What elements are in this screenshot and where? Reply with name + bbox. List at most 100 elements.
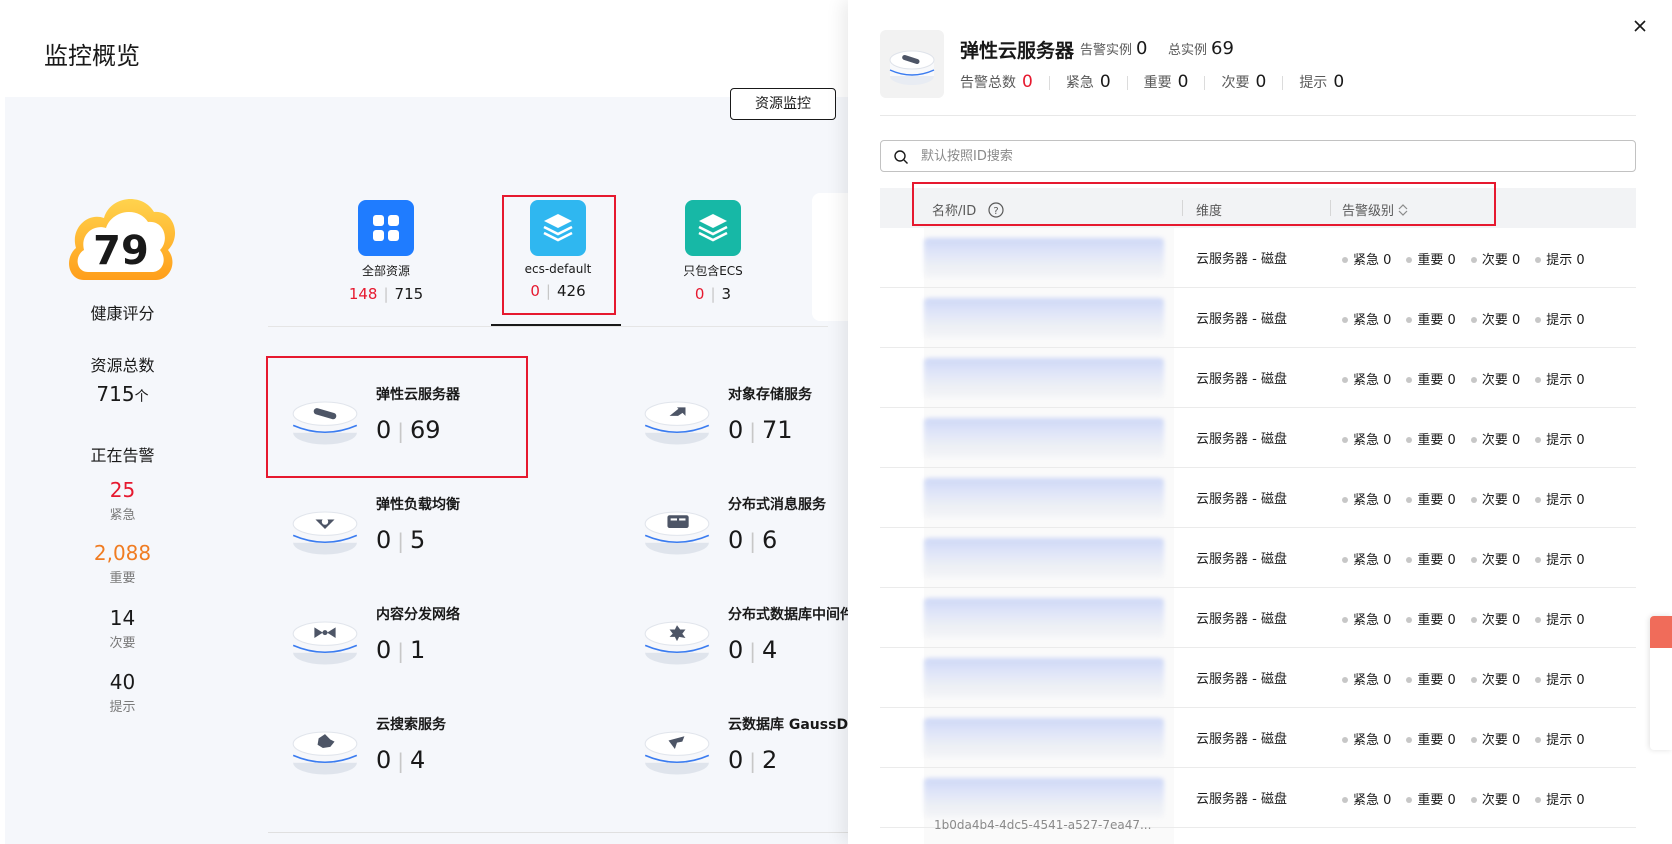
service-image [290, 494, 360, 564]
alarm-level-item: 提示 0 [1535, 669, 1585, 688]
help-icon[interactable] [1650, 678, 1672, 708]
drawer-stat-label: 紧急 [1065, 75, 1094, 91]
table-row[interactable]: 云服务器 - 磁盘 紧急 0 重要 0 次要 0 提示 0 1b0da4b4-4dc5-4… [880, 768, 1636, 832]
health-score-value: 79 [93, 228, 149, 274]
stat-separator [1126, 76, 1128, 90]
blurred-instance-name[interactable] [924, 478, 1164, 518]
close-icon[interactable] [1632, 18, 1648, 34]
table-row[interactable]: 云服务器 - 磁盘 紧急 0 重要 0 次要 0 提示 0 [880, 288, 1636, 348]
category-tab[interactable]: 只包含ECS 0 | 3 [650, 200, 776, 303]
blurred-instance-name[interactable] [924, 358, 1164, 398]
layers-icon [698, 214, 728, 242]
row-dimension: 云服务器 - 磁盘 [1196, 372, 1287, 387]
service-card[interactable]: 弹性负载均衡 0 | 5 [268, 470, 608, 570]
level-dot-icon [1342, 617, 1348, 623]
level-dot-icon [1406, 257, 1413, 263]
blurred-instance-name[interactable] [924, 598, 1164, 638]
table-row[interactable]: 云服务器 - 磁盘 紧急 0 重要 0 次要 0 提示 0 [880, 528, 1636, 588]
level-dot-icon [1406, 377, 1413, 383]
row-dimension: 云服务器 - 磁盘 [1196, 552, 1287, 567]
level-dot-icon [1406, 557, 1413, 563]
row-alarm-levels: 紧急 0 重要 0 次要 0 提示 0 [1342, 369, 1600, 388]
level-dot-icon [1342, 377, 1348, 383]
level-dot-icon [1535, 737, 1542, 743]
service-count: 0 | 1 [376, 636, 426, 664]
blurred-instance-name[interactable] [924, 538, 1164, 578]
blurred-instance-name[interactable] [924, 778, 1164, 818]
row-dimension: 云服务器 - 磁盘 [1196, 312, 1287, 327]
alarm-level-item: 重要 0 [1406, 729, 1456, 748]
alarm-level-item: 提示 0 [1535, 549, 1585, 568]
search-input[interactable] [921, 145, 1621, 167]
feedback-icon[interactable] [1650, 708, 1672, 738]
total-instances-value: 69 [1211, 38, 1234, 59]
blurred-instance-name[interactable] [924, 298, 1164, 338]
alarm-level-item: 紧急 0 [1342, 729, 1391, 748]
level-dot-icon [1406, 797, 1413, 803]
alarm-level-item: 次要 0 [1470, 429, 1520, 448]
alarm-level-item: 提示 0 [1535, 729, 1585, 748]
alarm-stat-value: 2,088 [93, 541, 152, 565]
service-card[interactable]: 内容分发网络 0 | 1 [268, 580, 608, 680]
resource-total-value: 715个 [96, 382, 149, 406]
row-alarm-levels: 紧急 0 重要 0 次要 0 提示 0 [1342, 489, 1600, 508]
level-dot-icon [1535, 557, 1542, 563]
level-dot-icon [1470, 257, 1477, 263]
health-score-badge: 79 [62, 188, 180, 292]
level-dot-icon [1406, 677, 1413, 683]
alarm-stat: 2,088 重要 [0, 541, 245, 586]
alarm-level-item: 次要 0 [1470, 789, 1520, 808]
table-row[interactable]: 云服务器 - 磁盘 紧急 0 重要 0 次要 0 提示 0 [880, 648, 1636, 708]
table-row[interactable]: 云服务器 - 磁盘 紧急 0 重要 0 次要 0 提示 0 [880, 408, 1636, 468]
row-dimension: 云服务器 - 磁盘 [1196, 432, 1287, 447]
gaussdb-icon [644, 731, 710, 775]
blurred-instance-name[interactable] [924, 418, 1164, 458]
highlight-box-ecs-default [502, 195, 616, 315]
drawer-stat-value: 0 [1022, 72, 1033, 92]
alarm-level-item: 次要 0 [1470, 249, 1520, 268]
service-card[interactable]: 云搜索服务 0 | 4 [268, 690, 608, 790]
drawer-stat-label: 提示 [1299, 75, 1328, 91]
alarm-level-item: 重要 0 [1406, 669, 1456, 688]
detail-drawer: 弹性云服务器 告警实例0 总实例69 告警总数0紧急0重要0次要0提示0 名称/… [848, 0, 1672, 844]
drawer-divider [880, 115, 1636, 116]
category-icon [358, 200, 414, 256]
drawer-stat-label: 次要 [1221, 75, 1250, 91]
alarm-stat-label: 提示 [109, 700, 136, 715]
alarm-stat: 14 次要 [0, 606, 245, 651]
level-dot-icon [1342, 317, 1348, 323]
alarm-stat: 25 紧急 [0, 478, 245, 523]
chat-icon[interactable] [1650, 616, 1672, 648]
table-row[interactable]: 云服务器 - 磁盘 紧急 0 重要 0 次要 0 提示 0 [880, 708, 1636, 768]
tab-resource-monitor[interactable]: 资源监控 [730, 88, 836, 120]
row-alarm-levels: 紧急 0 重要 0 次要 0 提示 0 [1342, 789, 1600, 808]
level-dot-icon [1406, 617, 1413, 623]
table-row[interactable]: 云服务器 - 磁盘 紧急 0 重要 0 次要 0 提示 0 [880, 228, 1636, 288]
table-row[interactable]: 云服务器 - 磁盘 紧急 0 重要 0 次要 0 提示 0 [880, 468, 1636, 528]
drawer-stat: 次要 0 [1221, 72, 1266, 92]
ddm-icon [644, 621, 710, 665]
service-icon[interactable] [1650, 648, 1672, 678]
page: { "page": { "title": "监控概览", "tab": "资源监… [0, 0, 1672, 844]
level-dot-icon [1470, 797, 1477, 803]
instance-search[interactable] [880, 140, 1636, 172]
alarm-level-item: 提示 0 [1535, 429, 1585, 448]
table-row[interactable]: 云服务器 - 磁盘 紧急 0 重要 0 次要 0 提示 0 [880, 348, 1636, 408]
alarm-level-item: 重要 0 [1406, 609, 1456, 628]
table-row[interactable]: 云服务器 - 磁盘 紧急 0 重要 0 次要 0 提示 0 [880, 588, 1636, 648]
level-dot-icon [1535, 797, 1542, 803]
level-dot-icon [1535, 377, 1542, 383]
blurred-instance-name[interactable] [924, 238, 1164, 278]
floating-toolbar [1650, 616, 1672, 750]
service-name: 对象存储服务 [728, 387, 812, 403]
blurred-instance-name[interactable] [924, 718, 1164, 758]
drawer-thumbnail [880, 30, 944, 98]
alarm-stat-label: 紧急 [109, 508, 136, 523]
row-alarm-levels: 紧急 0 重要 0 次要 0 提示 0 [1342, 609, 1600, 628]
blurred-instance-name[interactable] [924, 658, 1164, 698]
stat-separator [1204, 76, 1206, 90]
category-tab[interactable]: 全部资源 148 | 715 [323, 200, 449, 303]
level-dot-icon [1535, 257, 1542, 263]
grid-icon [373, 215, 399, 241]
service-count: 0 | 4 [728, 636, 778, 664]
